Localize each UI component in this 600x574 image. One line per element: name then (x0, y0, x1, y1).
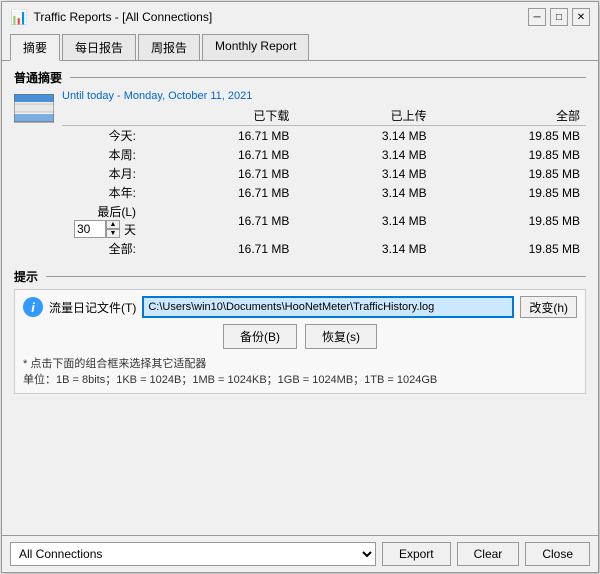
tab-weekly[interactable]: 周报告 (138, 34, 200, 60)
downloaded-value: 16.71 MB (142, 164, 295, 183)
table-row: 全部:16.71 MB3.14 MB19.85 MB (62, 239, 586, 258)
stats-table: 已下载 已上传 全部 今天:16.71 MB3.14 MB19.85 MB本周:… (62, 106, 586, 258)
uploaded-value: 3.14 MB (295, 202, 432, 239)
total-value: 19.85 MB (433, 183, 586, 202)
total-value: 19.85 MB (433, 145, 586, 164)
days-unit: 天 (124, 221, 136, 238)
log-path-input[interactable] (142, 296, 514, 318)
app-icon: 📊 (10, 9, 27, 26)
main-content: 普通摘要 Until today - Monday, October 11, 2… (2, 61, 598, 535)
row-label: 今天: (62, 126, 142, 146)
tab-bar: 摘要 每日报告 周报告 Monthly Report (2, 30, 598, 61)
table-row: 本周:16.71 MB3.14 MB19.85 MB (62, 145, 586, 164)
table-row: 最后(L)30▲▼ 天 16.71 MB3.14 MB19.85 MB (62, 202, 586, 239)
maximize-button[interactable]: □ (550, 8, 568, 26)
summary-title: 普通摘要 (14, 69, 62, 86)
table-row: 本月:16.71 MB3.14 MB19.85 MB (62, 164, 586, 183)
table-row: 本年:16.71 MB3.14 MB19.85 MB (62, 183, 586, 202)
summary-table-wrapper: Until today - Monday, October 11, 2021 已… (62, 90, 586, 258)
uploaded-value: 3.14 MB (295, 145, 432, 164)
restore-button[interactable]: 恢复(s) (305, 324, 377, 349)
connection-select[interactable]: All Connections (10, 542, 376, 566)
info-icon: i (23, 297, 43, 317)
main-window: 📊 Traffic Reports - [All Connections] ─ … (1, 1, 599, 573)
title-bar: 📊 Traffic Reports - [All Connections] ─ … (2, 2, 598, 30)
title-controls: ─ □ ✕ (528, 8, 590, 26)
tab-summary[interactable]: 摘要 (10, 34, 60, 61)
window-title: Traffic Reports - [All Connections] (33, 10, 212, 24)
downloaded-value: 16.71 MB (142, 239, 295, 258)
close-button-bottom[interactable]: Close (525, 542, 590, 566)
summary-section-header: 普通摘要 (14, 69, 586, 86)
row-label: 本周: (62, 145, 142, 164)
last-days-label: 最后(L) (97, 205, 136, 219)
total-value: 19.85 MB (433, 126, 586, 146)
export-button[interactable]: Export (382, 542, 451, 566)
backup-button[interactable]: 备份(B) (223, 324, 297, 349)
col-downloaded: 已下载 (142, 106, 295, 126)
uploaded-value: 3.14 MB (295, 239, 432, 258)
downloaded-value: 16.71 MB (142, 145, 295, 164)
days-spinbox[interactable]: 30 (74, 220, 106, 238)
table-row: 今天:16.71 MB3.14 MB19.85 MB (62, 126, 586, 146)
backup-restore-row: 备份(B) 恢复(s) (23, 324, 577, 349)
downloaded-value: 16.71 MB (142, 202, 295, 239)
clear-button[interactable]: Clear (457, 542, 520, 566)
row-label: 全部: (62, 239, 142, 258)
spin-down-arrow[interactable]: ▼ (106, 229, 120, 238)
col-total: 全部 (433, 106, 586, 126)
uploaded-value: 3.14 MB (295, 126, 432, 146)
row-label: 本年: (62, 183, 142, 202)
tips-content: i 流量日记文件(T) 改变(h) 备份(B) 恢复(s) * 点击下面的组合框… (14, 289, 586, 394)
note1: * 点击下面的组合框来选择其它适配器 (23, 355, 577, 371)
change-button[interactable]: 改变(h) (520, 296, 577, 318)
summary-area: Until today - Monday, October 11, 2021 已… (14, 90, 586, 258)
row-label: 本月: (62, 164, 142, 183)
tips-section-header: 提示 (14, 268, 586, 285)
log-label: 流量日记文件(T) (49, 299, 136, 316)
total-value: 19.85 MB (433, 164, 586, 183)
close-button[interactable]: ✕ (572, 8, 590, 26)
total-value: 19.85 MB (433, 239, 586, 258)
date-label: Until today - Monday, October 11, 2021 (62, 90, 586, 102)
tab-monthly[interactable]: Monthly Report (202, 34, 309, 60)
minimize-button[interactable]: ─ (528, 8, 546, 26)
uploaded-value: 3.14 MB (295, 183, 432, 202)
downloaded-value: 16.71 MB (142, 183, 295, 202)
network-icon (14, 94, 54, 124)
total-value: 19.85 MB (433, 202, 586, 239)
bottom-bar: All Connections Export Clear Close (2, 535, 598, 572)
tips-title: 提示 (14, 268, 38, 285)
title-bar-left: 📊 Traffic Reports - [All Connections] (10, 9, 212, 26)
spin-up-arrow[interactable]: ▲ (106, 220, 120, 229)
note2: 单位：1B = 8bits；1KB = 1024B；1MB = 1024KB；1… (23, 371, 577, 387)
col-uploaded: 已上传 (295, 106, 432, 126)
uploaded-value: 3.14 MB (295, 164, 432, 183)
downloaded-value: 16.71 MB (142, 126, 295, 146)
tips-section: 提示 i 流量日记文件(T) 改变(h) 备份(B) 恢复(s) * 点击下面的… (14, 268, 586, 394)
log-row: i 流量日记文件(T) 改变(h) (23, 296, 577, 318)
tab-daily[interactable]: 每日报告 (62, 34, 136, 60)
